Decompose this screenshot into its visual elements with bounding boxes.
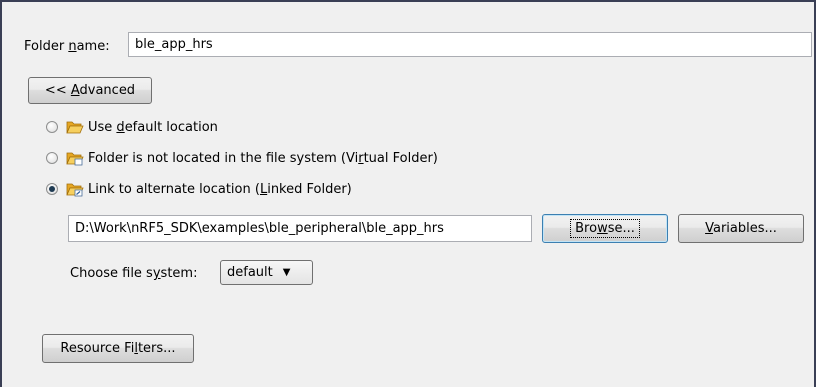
virtual-folder-icon [66,152,84,166]
radio-dot [49,186,55,192]
radio-virtual-folder[interactable]: Folder is not located in the file system… [46,148,438,168]
file-system-label-prefix: Choose file s [70,266,153,281]
option-label-suffix: tual Folder) [363,150,438,166]
folder-name-label-mnemonic: n [68,39,77,54]
browse-button-suffix: se... [607,221,635,236]
open-folder-icon [66,121,84,134]
linked-location-value: D:\Work\nRF5_SDK\examples\ble_peripheral… [75,221,444,236]
file-system-selected-value: default [227,265,273,280]
dropdown-arrow-icon: ▼ [282,267,291,278]
new-folder-dialog: Folder name: ble_app_hrs << Advanced Use… [0,0,816,387]
radio-button[interactable] [46,121,58,133]
file-system-label-suffix: stem: [160,266,198,281]
linked-folder-icon [66,183,84,197]
advanced-button-prefix: << [44,83,71,98]
folder-name-value: ble_app_hrs [135,37,213,52]
radio-use-default-location[interactable]: Use default location [46,117,218,137]
option-label-mnemonic: d [116,119,125,135]
folder-name-input[interactable]: ble_app_hrs [128,32,812,57]
advanced-button[interactable]: << Advanced [28,77,152,104]
browse-button-mnemonic: w [597,221,608,236]
resource-filters-button-suffix: ters... [137,341,176,356]
radio-linked-folder[interactable]: Link to alternate location (Linked Folde… [46,179,352,199]
linked-location-input[interactable]: D:\Work\nRF5_SDK\examples\ble_peripheral… [68,215,532,242]
variables-button[interactable]: Variables... [678,214,804,243]
variables-button-suffix: ariables... [712,221,777,236]
advanced-button-suffix: dvanced [79,83,136,98]
file-system-select[interactable]: default ▼ [220,260,313,285]
option-label-prefix: Link to alternate location ( [88,181,260,197]
radio-button-selected[interactable] [46,183,58,195]
folder-name-label-suffix: ame: [76,39,110,54]
option-label-suffix: inked Folder) [267,181,352,197]
variables-button-mnemonic: V [705,221,713,236]
radio-button[interactable] [46,152,58,164]
resource-filters-button[interactable]: Resource Filters... [42,334,194,363]
advanced-button-mnemonic: A [70,83,80,98]
option-label-suffix: efault location [124,119,218,135]
folder-name-label-prefix: Folder [24,39,69,54]
file-system-label-mnemonic: y [152,266,161,281]
option-label-prefix: Folder is not located in the file system… [88,150,359,166]
browse-button-prefix: Bro [575,221,598,236]
resource-filters-button-prefix: Resource Fi [60,341,135,356]
option-label-prefix: Use [88,119,117,135]
browse-button[interactable]: Browse... [542,214,668,243]
folder-name-label: Folder name: [24,34,110,59]
file-system-label: Choose file system: [70,261,197,286]
